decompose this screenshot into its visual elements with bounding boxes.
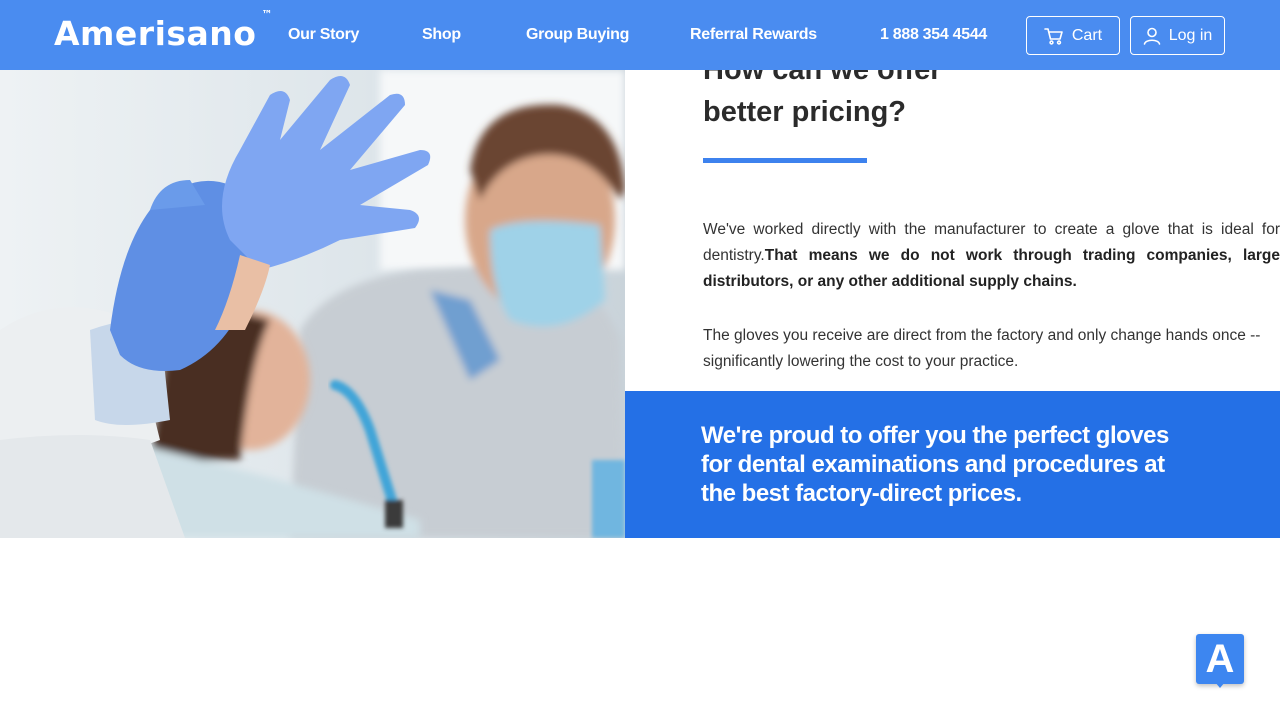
nav-shop[interactable]: Shop [422, 24, 461, 46]
accessibility-widget-icon[interactable]: A [1196, 634, 1244, 688]
widget-tail [1215, 682, 1225, 688]
promo-banner: We're proud to offer you the perfect glo… [625, 391, 1280, 538]
promo-banner-text: We're proud to offer you the perfect glo… [701, 422, 1169, 507]
site-header: Amerisano ™ Our Story Shop Group Buying … [0, 0, 1280, 70]
widget-label: A [1205, 637, 1235, 681]
nav-group-buying[interactable]: Group Buying [526, 24, 629, 46]
manufacturer-paragraph: We've worked directly with the manufactu… [703, 217, 1280, 295]
heading-accent-bar [703, 158, 867, 163]
factory-direct-paragraph: The gloves you receive are direct from t… [703, 327, 1261, 370]
nav-phone-number[interactable]: 1 888 354 4544 [880, 24, 987, 46]
nav-our-story[interactable]: Our Story [288, 24, 359, 46]
supply-chain-bold-text: That means we do not work through tradin… [703, 247, 1280, 290]
amerisano-logo[interactable]: Amerisano ™ [54, 8, 272, 54]
login-button[interactable]: Log in [1130, 16, 1225, 55]
user-icon [1143, 27, 1161, 45]
logo-trademark: ™ [261, 8, 273, 21]
cart-button[interactable]: Cart [1026, 16, 1120, 55]
dentist-gloves-photo [0, 0, 625, 538]
heading-line-2: better pricing? [703, 96, 907, 128]
login-label: Log in [1168, 26, 1213, 44]
cart-label: Cart [1071, 26, 1103, 44]
cart-icon [1044, 27, 1064, 45]
logo-text: Amerisano [54, 14, 257, 53]
nav-referral-rewards[interactable]: Referral Rewards [690, 24, 817, 46]
